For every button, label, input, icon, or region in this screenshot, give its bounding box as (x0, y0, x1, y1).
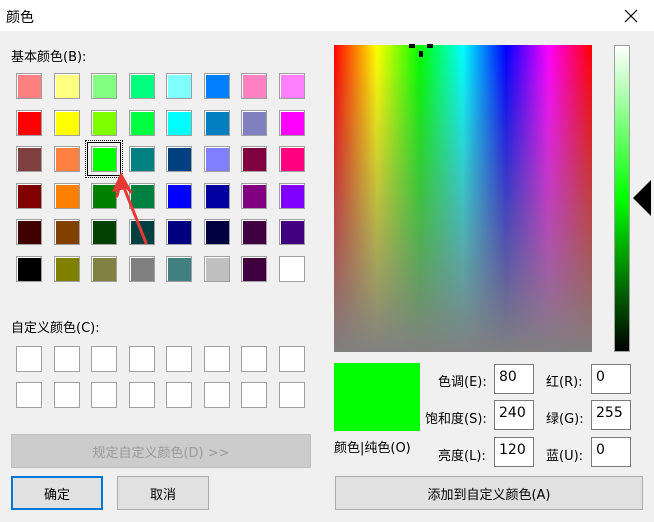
basic-color-swatch[interactable] (16, 109, 42, 136)
custom-color-slot[interactable] (128, 346, 155, 372)
basic-color-swatch[interactable] (203, 256, 230, 282)
custom-color-slot[interactable] (278, 382, 305, 408)
color-spectrum[interactable] (334, 45, 592, 352)
basic-color-swatch[interactable] (91, 73, 117, 99)
lum-input[interactable]: 120 (494, 437, 534, 467)
basic-color-swatch[interactable] (91, 219, 117, 246)
custom-color-slot[interactable] (16, 346, 42, 372)
custom-color-slot[interactable] (166, 382, 192, 408)
basic-color-swatch[interactable] (203, 109, 230, 136)
window-title: 颜色 (6, 10, 34, 26)
basic-color-swatch[interactable] (53, 109, 80, 136)
basic-color-swatch[interactable] (166, 219, 192, 246)
basic-color-swatch[interactable] (203, 219, 230, 246)
basic-color-swatch[interactable] (16, 73, 42, 99)
basic-color-swatch[interactable] (278, 219, 305, 246)
basic-color-swatch[interactable] (16, 219, 42, 246)
custom-color-slot[interactable] (53, 382, 80, 408)
luminance-slider[interactable] (614, 45, 630, 352)
custom-color-slot[interactable] (16, 382, 42, 408)
basic-color-swatch[interactable] (53, 256, 80, 282)
basic-color-swatch[interactable] (241, 256, 267, 282)
basic-color-swatch[interactable] (91, 182, 117, 209)
basic-color-swatch[interactable] (166, 73, 192, 99)
basic-color-swatch[interactable] (53, 219, 80, 246)
basic-color-swatch[interactable] (166, 182, 192, 209)
custom-color-slot[interactable] (91, 346, 117, 372)
basic-color-swatch[interactable] (53, 146, 80, 173)
hue-input[interactable]: 80 (494, 364, 534, 394)
title-bar: 颜色 (0, 0, 654, 31)
blue-label: 蓝(U): (546, 449, 584, 464)
basic-color-swatch[interactable] (128, 73, 155, 99)
sat-input[interactable]: 240 (494, 400, 534, 430)
custom-color-slot[interactable] (278, 346, 305, 372)
basic-color-swatch[interactable] (128, 219, 155, 246)
basic-color-swatch[interactable] (203, 182, 230, 209)
lum-label: 亮度(L): (438, 449, 486, 464)
basic-colors-label: 基本颜色(B): (11, 50, 87, 65)
basic-color-swatch[interactable] (91, 109, 117, 136)
ok-button[interactable]: 确定 (11, 476, 103, 510)
basic-color-swatch[interactable] (128, 256, 155, 282)
cancel-button[interactable]: 取消 (117, 476, 209, 510)
basic-color-swatch[interactable] (278, 109, 305, 136)
custom-color-slot[interactable] (241, 346, 267, 372)
custom-color-slot[interactable] (203, 346, 230, 372)
basic-color-swatch[interactable] (166, 146, 192, 173)
basic-color-swatch[interactable] (53, 182, 80, 209)
basic-color-swatch[interactable] (16, 182, 42, 209)
basic-color-swatch[interactable] (278, 146, 305, 173)
basic-color-swatch[interactable] (16, 146, 42, 173)
custom-color-slot[interactable] (241, 382, 267, 408)
add-to-custom-colors-button[interactable]: 添加到自定义颜色(A) (335, 476, 643, 510)
basic-color-swatch[interactable] (16, 256, 42, 282)
basic-color-swatch[interactable] (128, 109, 155, 136)
basic-color-swatch[interactable] (278, 182, 305, 209)
basic-color-swatch[interactable] (166, 109, 192, 136)
color-preview (334, 363, 420, 431)
sat-label: 饱和度(S): (425, 412, 487, 427)
custom-color-slot[interactable] (128, 382, 155, 408)
close-icon (624, 9, 638, 22)
basic-color-swatch[interactable] (128, 182, 155, 209)
close-button[interactable] (608, 0, 654, 31)
custom-color-slot[interactable] (203, 382, 230, 408)
custom-color-slot[interactable] (53, 346, 80, 372)
define-custom-colors-button[interactable]: 规定自定义颜色(D) >> (11, 434, 311, 468)
green-label: 绿(G): (546, 412, 584, 427)
basic-color-swatch[interactable] (128, 146, 155, 173)
basic-color-swatch[interactable] (278, 256, 305, 282)
basic-color-swatch[interactable] (91, 256, 117, 282)
custom-colors-label: 自定义颜色(C): (11, 321, 100, 336)
basic-color-swatch[interactable] (241, 73, 267, 99)
red-input[interactable]: 0 (591, 364, 631, 394)
solid-color-label[interactable]: 颜色|纯色(O) (334, 437, 411, 456)
basic-color-swatch[interactable] (241, 219, 267, 246)
red-label: 红(R): (546, 375, 583, 390)
basic-color-swatch[interactable] (203, 73, 230, 99)
custom-color-slot[interactable] (91, 382, 117, 408)
green-input[interactable]: 255 (591, 400, 631, 430)
basic-color-swatch[interactable] (278, 73, 305, 99)
hue-label: 色调(E): (438, 375, 487, 390)
selected-swatch-frame (85, 140, 123, 179)
basic-color-swatch[interactable] (241, 182, 267, 209)
basic-color-swatch[interactable] (53, 73, 80, 99)
blue-input[interactable]: 0 (591, 437, 631, 467)
basic-color-swatch[interactable] (166, 256, 192, 282)
custom-color-slot[interactable] (166, 346, 192, 372)
basic-color-swatch[interactable] (241, 109, 267, 136)
crosshair-icon (409, 44, 433, 57)
basic-color-swatch[interactable] (241, 146, 267, 173)
basic-color-swatch[interactable] (203, 146, 230, 173)
luminance-pointer-icon[interactable] (632, 179, 652, 217)
